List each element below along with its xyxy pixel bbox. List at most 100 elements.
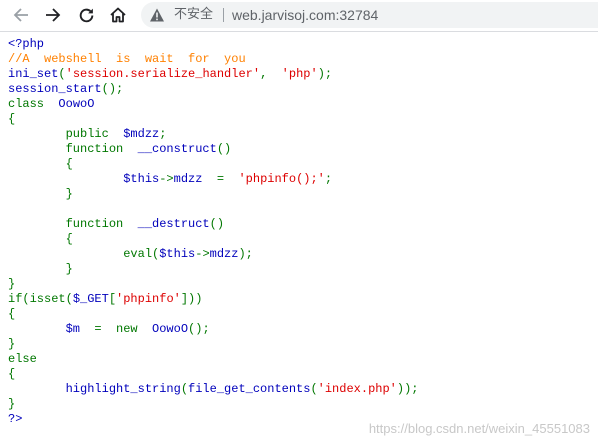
code-token: -> [195,247,210,261]
code-line: ini_set('session.serialize_handler', 'ph… [8,67,418,82]
code-line: function __destruct() [8,217,418,232]
url-text[interactable]: web.jarvisoj.com:32784 [232,6,378,24]
code-line: eval($this->mdzz); [8,247,418,262]
code-line: ?> [8,412,418,427]
code-token: else [8,352,37,366]
code-line: <?php [8,37,418,52]
code-line: function __construct() [8,142,418,157]
code-token: class [8,97,59,111]
code-token: 'session.serialize_handler' [65,67,261,81]
omnibox-divider [223,8,224,22]
code-token: ( [180,382,189,396]
code-token: $this [8,172,160,186]
code-line: { [8,232,418,247]
browser-toolbar: 不安全 web.jarvisoj.com:32784 [0,0,598,32]
code-token: () [209,217,225,231]
code-token: ; [324,172,333,186]
code-token: $_GET [72,292,109,306]
code-token: { [8,232,73,246]
code-line: } [8,397,418,412]
code-token: { [8,157,73,171]
code-token: $this [159,247,196,261]
code-token: //A webshell is wait for you [8,52,246,66]
code-line: { [8,157,418,172]
code-line: //A webshell is wait for you [8,52,418,67]
code-line: } [8,277,418,292]
code-line: $m = new OowoO(); [8,322,418,337]
code-token: () [216,142,232,156]
code-line: } [8,187,418,202]
code-line: class OowoO [8,97,418,112]
code-line: $this->mdzz = 'phpinfo();'; [8,172,418,187]
code-token: ])) [180,292,203,306]
code-token: __construct [137,142,217,156]
code-token: ?> [8,412,23,426]
code-token: OowoO [58,97,95,111]
home-button[interactable] [106,3,130,27]
address-bar[interactable]: 不安全 web.jarvisoj.com:32784 [141,2,598,28]
reload-icon [79,8,93,22]
code-line: if(isset($_GET['phpinfo'])) [8,292,418,307]
code-token: file_get_contents [188,382,311,396]
code-token: ( [58,67,66,81]
code-token: <?php [8,37,45,51]
code-token: eval( [8,247,160,261]
code-token: )); [396,382,419,396]
security-label[interactable]: 不安全 [174,7,213,23]
code-token: __destruct [137,217,210,231]
forward-button[interactable] [41,3,65,27]
code-token: -> [159,172,174,186]
code-token: ( [310,382,318,396]
code-token: } [8,187,73,201]
code-token: = new [94,322,153,336]
code-token: } [8,262,73,276]
code-token: highlight_string [8,382,181,396]
warning-triangle-icon [150,8,164,22]
code-line: public $mdzz; [8,127,418,142]
code-token: session_start [8,82,102,96]
code-token: { [8,367,16,381]
forward-arrow-icon [46,8,61,22]
php-source-code: <?php//A webshell is wait for you ini_set… [8,37,418,427]
code-token: = [216,172,239,186]
code-token: mdzz [209,247,239,261]
code-token: 'php' [281,67,318,81]
code-line: session_start(); [8,82,418,97]
code-token: } [8,337,16,351]
code-line: { [8,307,418,322]
home-icon [110,7,126,23]
code-line: { [8,367,418,382]
code-token: if(isset( [8,292,73,306]
code-token: ); [238,247,253,261]
code-line: } [8,337,418,352]
code-token: , [260,67,282,81]
back-button[interactable] [9,3,33,27]
code-token: ini_set [8,67,59,81]
code-token: { [8,307,16,321]
code-line: else [8,352,418,367]
code-token: mdzz [173,172,217,186]
code-token: $mdzz [123,127,160,141]
code-line: highlight_string(file_get_contents('inde… [8,382,419,397]
code-token: function [8,217,138,231]
code-token: ); [317,67,333,81]
code-token: 'index.php' [317,382,397,396]
code-token: } [8,277,16,291]
code-line: } [8,262,418,277]
code-line: { [8,112,418,127]
code-token: public [8,127,124,141]
code-token: [ [108,292,117,306]
code-token: } [8,397,16,411]
watermark: https://blog.csdn.net/weixin_45551083 [368,421,590,436]
code-token: OowoO [152,322,189,336]
code-token: 'phpinfo();' [238,172,325,186]
back-arrow-icon [13,8,28,22]
reload-button[interactable] [74,3,98,27]
code-token: (); [188,322,210,336]
code-token: $m [8,322,95,336]
code-token: ; [159,127,167,141]
code-token: (); [101,82,124,96]
code-token: function [8,142,138,156]
code-token: { [8,112,16,126]
